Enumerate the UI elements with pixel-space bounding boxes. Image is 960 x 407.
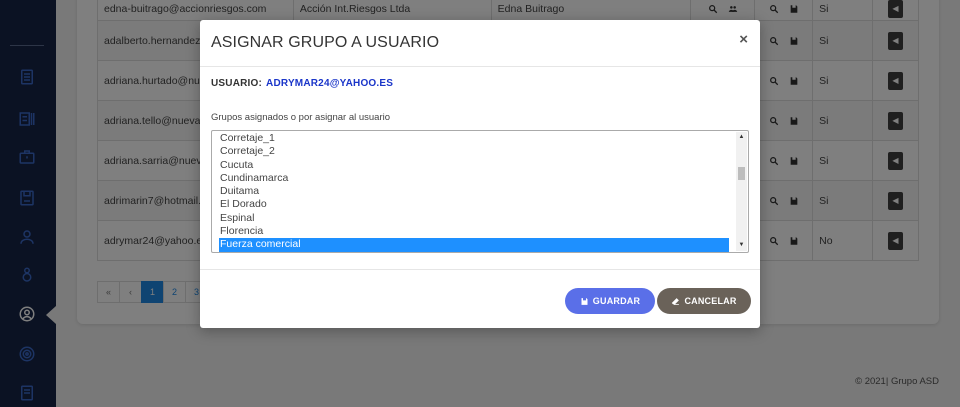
assign-group-modal: ASIGNAR GRUPO A USUARIO × USUARIO: ADRYMA… — [200, 20, 760, 328]
modal-title: ASIGNAR GRUPO A USUARIO — [211, 34, 440, 51]
groups-listbox[interactable]: Corretaje_1 Corretaje_2 Cucuta Cundinamarca… — [211, 130, 749, 253]
group-option[interactable]: Florencia — [219, 225, 729, 238]
group-option[interactable]: Cucuta — [219, 159, 729, 172]
group-option[interactable]: Duitama — [219, 185, 729, 198]
group-option[interactable]: Corretaje_2 — [219, 145, 729, 158]
save-button[interactable]: GUARDAR — [565, 288, 655, 314]
group-option[interactable]: El Dorado — [219, 198, 729, 211]
eraser-icon — [672, 297, 680, 305]
group-option[interactable]: Fuerza comercial — [219, 238, 729, 252]
scroll-down-arrow-icon[interactable]: ▼ — [736, 240, 747, 251]
group-option[interactable]: Espinal — [219, 212, 729, 225]
modal-header: ASIGNAR GRUPO A USUARIO × — [200, 20, 760, 67]
group-option[interactable]: Cundinamarca — [219, 172, 729, 185]
save-button-label: GUARDAR — [592, 296, 641, 306]
groups-label: Grupos asignados o por asignar al usuari… — [211, 112, 391, 123]
scroll-thumb[interactable] — [738, 167, 745, 180]
user-line: USUARIO: ADRYMAR24@YAHOO.ES — [211, 78, 393, 89]
user-value: ADRYMAR24@YAHOO.ES — [266, 78, 394, 89]
listbox-scrollbar[interactable]: ▲ ▼ — [736, 132, 747, 251]
close-button[interactable]: × — [739, 31, 748, 48]
modal-footer: GUARDAR CANCELAR — [200, 269, 760, 328]
cancel-button[interactable]: CANCELAR — [657, 288, 751, 314]
scroll-up-arrow-icon[interactable]: ▲ — [736, 132, 747, 143]
cancel-button-label: CANCELAR — [684, 296, 737, 306]
group-option[interactable]: Corretaje_1 — [219, 132, 729, 145]
user-label: USUARIO: — [211, 78, 263, 89]
save-icon — [581, 297, 588, 305]
